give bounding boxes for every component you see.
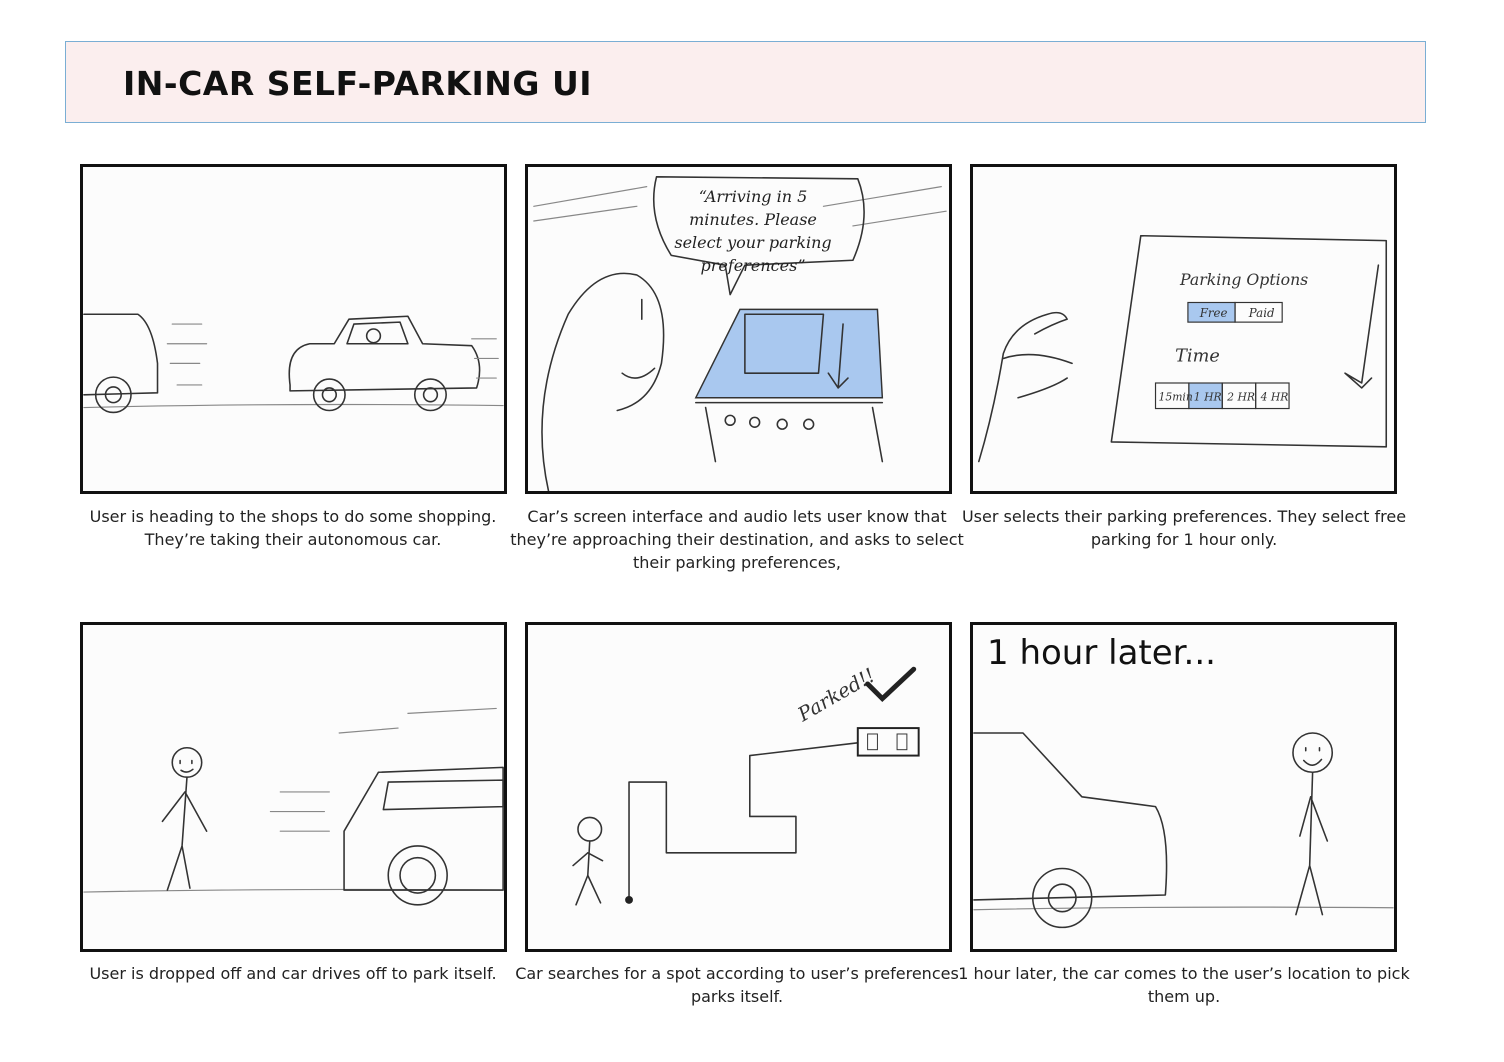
caption-6: 1 hour later, the car comes to the user’… (958, 964, 1410, 1006)
caption-3: User selects their parking preferences. … (961, 507, 1407, 549)
option-free: Free (1199, 306, 1228, 320)
parked-note: Parked!! (793, 664, 879, 727)
caption-1: User is heading to the shops to do some … (89, 507, 497, 549)
duration-1hr: 1 HR (1194, 391, 1222, 404)
car-route-sketch: Parked!! (572, 664, 920, 906)
caption-4: User is dropped off and car drives off t… (89, 964, 497, 983)
page-title: IN-CAR SELF-PARKING UI (123, 64, 593, 103)
screen-title: Parking Options (1179, 270, 1308, 289)
caption-5: Car searches for a spot according to use… (515, 964, 959, 1006)
drop-off-sketch (83, 707, 504, 906)
car-driving-sketch (83, 313, 504, 414)
pickup-sketch (973, 732, 1394, 929)
parking-options-screen-sketch: Parking Options Free Paid Time 15min 1 H… (978, 234, 1388, 463)
title-bar: IN-CAR SELF-PARKING UI (65, 41, 1426, 123)
storyboard-panel-1 (80, 164, 507, 494)
option-paid: Paid (1248, 306, 1275, 320)
speech-bubble: “Arriving in 5 minutes. Please select yo… (674, 187, 832, 275)
duration-4hr: 4 HR (1260, 391, 1289, 404)
storyboard-panel-3: Parking Options Free Paid Time 15min 1 H… (970, 164, 1397, 494)
storyboard-panel-6: 1 hour later... (970, 622, 1397, 952)
duration-2hr: 2 HR (1226, 391, 1255, 404)
caption-2: Car’s screen interface and audio lets us… (510, 507, 964, 572)
storyboard-panel-5: Parked!! (525, 622, 952, 952)
time-skip-label: 1 hour later... (987, 633, 1216, 673)
storyboard-panel-4 (80, 622, 507, 952)
storyboard-panel-2: “Arriving in 5 minutes. Please select yo… (525, 164, 952, 494)
duration-15min: 15min (1158, 391, 1192, 404)
time-label: Time (1175, 346, 1220, 366)
